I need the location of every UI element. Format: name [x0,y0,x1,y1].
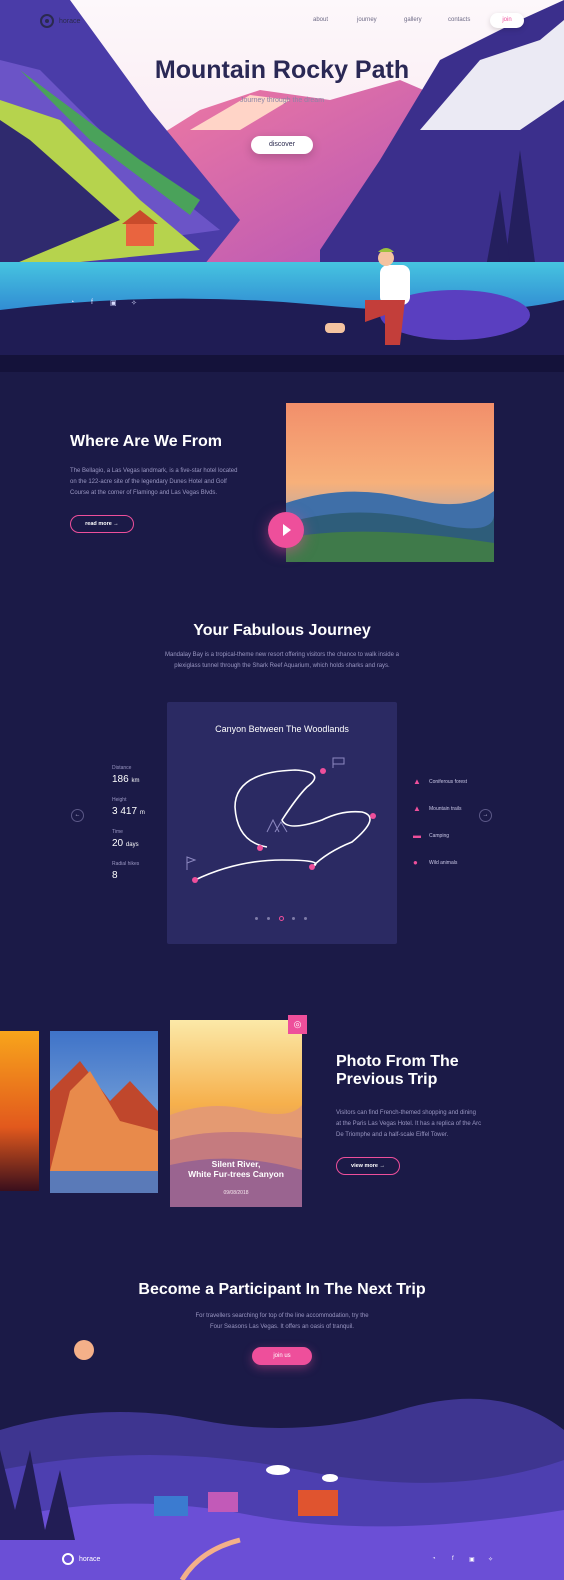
slide-dot-3-active[interactable] [279,916,284,921]
stat-value-distance: 186 km [112,774,140,785]
slide-dot-1[interactable] [255,917,258,920]
participate-title: Become a Participant In The Next Trip [138,1281,426,1298]
route-map [186,757,376,883]
twitter-icon[interactable]: ✧ [131,299,137,307]
logo-icon [62,1553,74,1565]
slide-dot-4[interactable] [292,917,295,920]
animal-icon: ● [413,858,418,867]
slide-dot-2[interactable] [267,917,270,920]
nav-gallery[interactable]: gallery [404,17,422,23]
facebook-icon[interactable]: f [452,1556,454,1562]
gallery-title: Photo From The Previous Trip [336,1053,459,1088]
slide-dot-5[interactable] [304,917,307,920]
next-arrow-button[interactable]: → [479,809,492,822]
feature-wild-animals: Wild animals [429,860,458,866]
hero-subtitle: Journey through the dream [239,97,325,104]
stat-label-radial-hikes: Radial hikes [112,861,140,867]
instagram-icon[interactable]: ▣ [110,299,117,307]
featured-title: Silent River, White Fur-trees Canyon [188,1159,284,1179]
mountain-icon: ▲ [413,804,421,813]
brand-name: horace [59,17,81,25]
twitter-icon[interactable]: ✧ [488,1556,493,1563]
gallery-photo-mountain[interactable] [50,1031,158,1193]
about-text: The Bellagio, a Las Vegas landmark, is a… [70,468,238,496]
stat-value-radial-hikes: 8 [112,870,118,881]
brand-logo[interactable]: horace [40,14,80,28]
join-button[interactable]: join [490,13,524,28]
stat-label-time: Time [112,829,123,835]
journey-text: Mandalay Bay is a tropical-theme new res… [164,652,399,669]
rss-icon[interactable]: ◔ [70,299,74,306]
view-more-button[interactable]: view more → [336,1157,400,1175]
stat-label-distance: Distance [112,765,132,771]
join-us-button[interactable]: join us [252,1347,312,1365]
eye-icon[interactable]: ◎ [288,1015,307,1034]
footer-logo[interactable]: horace [62,1553,100,1565]
gallery-photo-sunset[interactable] [0,1031,39,1191]
about-title: Where Are We From [70,433,223,450]
read-more-button[interactable]: read more → [70,515,134,533]
instagram-icon[interactable]: ▣ [469,1556,475,1563]
hero-title: Mountain Rocky Path [154,56,410,84]
footer-brand-name: horace [79,1555,101,1563]
participate-text: For travellers searching for top of the … [195,1313,369,1330]
facebook-icon[interactable]: f [91,299,93,306]
featured-date: 09/08/2018 [223,1190,249,1196]
footer-illustration [0,1398,564,1580]
gallery-text: Visitors can find French-themed shopping… [336,1110,482,1138]
feature-mountain-trails: Mountain trails [429,806,462,812]
nav-about[interactable]: about [313,17,328,23]
nav-contacts[interactable]: contacts [448,17,470,23]
prev-arrow-button[interactable]: ← [71,809,84,822]
hero-section: horace about journey gallery contacts jo… [0,0,564,372]
play-button[interactable] [268,512,304,548]
journey-title: Your Fabulous Journey [193,622,371,639]
feature-camping: Camping [429,833,450,839]
discover-button[interactable]: discover [251,136,313,154]
logo-icon [40,14,54,28]
play-icon [283,524,291,536]
stat-value-time: 20 days [112,838,139,849]
moon [74,1340,94,1360]
route-card: Canyon Between The Woodlands [167,702,397,944]
nav-journey[interactable]: journey [357,17,377,23]
tree-icon: ▲ [413,777,421,786]
sunset-hills-photo [286,403,494,562]
rss-icon[interactable]: ◔ [432,1556,436,1562]
feature-coniferous-forest: Coniferous forest [429,779,468,785]
stat-value-height: 3 417 m [112,806,145,817]
car-icon: ▬ [413,831,421,840]
stat-label-height: Height [112,797,127,803]
